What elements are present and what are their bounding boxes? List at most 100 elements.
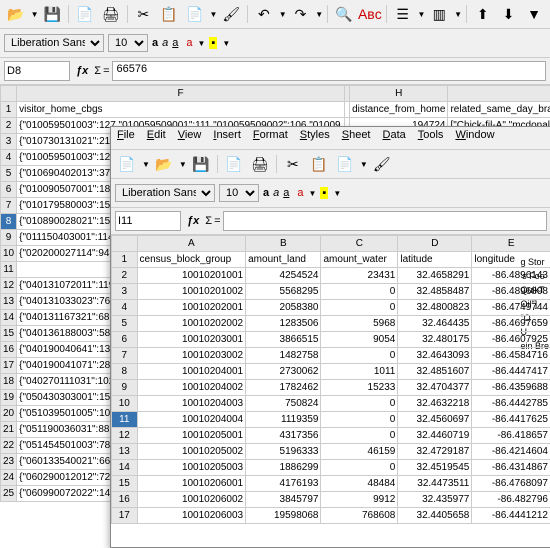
paste-icon[interactable]: 📄 — [183, 2, 207, 26]
export-pdf-icon[interactable]: 📄 — [73, 2, 97, 26]
cell[interactable]: -86.4607925 — [472, 332, 550, 348]
row-header[interactable]: 16 — [112, 492, 138, 508]
cell[interactable]: 0 — [321, 460, 398, 476]
row-header[interactable]: 12 — [112, 428, 138, 444]
row-header[interactable]: 15 — [1, 326, 17, 342]
cell[interactable]: -86.4447417 — [472, 364, 550, 380]
cell[interactable]: -86.4314867 — [472, 460, 550, 476]
font-name-select[interactable]: Liberation Sans — [115, 184, 215, 202]
cell[interactable]: 32.4800823 — [398, 300, 472, 316]
cell[interactable]: 23431 — [321, 268, 398, 284]
sort-asc-icon[interactable]: ⬆ — [471, 2, 495, 26]
row-header[interactable]: 12 — [1, 278, 17, 294]
filter-icon[interactable]: ▼ — [522, 2, 546, 26]
cell[interactable]: 0 — [321, 396, 398, 412]
col-header[interactable]: C — [321, 236, 398, 252]
cell[interactable]: 32.4858487 — [398, 284, 472, 300]
menu-styles[interactable]: Styles — [300, 129, 330, 147]
menu-view[interactable]: View — [178, 129, 202, 147]
cell[interactable]: 32.4460719 — [398, 428, 472, 444]
cell[interactable]: 32.4729187 — [398, 444, 472, 460]
cell[interactable]: 48484 — [321, 476, 398, 492]
cell[interactable]: 10010205003 — [137, 460, 246, 476]
row-header[interactable]: 15 — [112, 476, 138, 492]
col-header[interactable]: F — [17, 86, 345, 102]
row-header[interactable]: 21 — [1, 422, 17, 438]
cut-icon[interactable]: ✂ — [281, 152, 305, 176]
cell[interactable]: 1011 — [321, 364, 398, 380]
open-icon[interactable]: 📂 — [152, 152, 176, 176]
cell[interactable]: 32.4704377 — [398, 380, 472, 396]
cell[interactable]: 3866515 — [246, 332, 321, 348]
menu-edit[interactable]: Edit — [147, 129, 166, 147]
sort-desc-icon[interactable]: ⬇ — [497, 2, 521, 26]
underline-icon[interactable]: a — [283, 187, 289, 199]
cell[interactable]: 768608 — [321, 508, 398, 524]
cell[interactable]: 4254524 — [246, 268, 321, 284]
cell[interactable]: -86.4359688 — [472, 380, 550, 396]
formula-input[interactable] — [223, 211, 548, 231]
col-header[interactable]: A — [137, 236, 246, 252]
font-color-icon[interactable]: a — [297, 187, 303, 199]
row-header[interactable]: 11 — [1, 262, 17, 278]
cell[interactable]: 1782462 — [246, 380, 321, 396]
save-icon[interactable]: 💾 — [189, 152, 213, 176]
cell[interactable]: 4317356 — [246, 428, 321, 444]
cell[interactable]: 750824 — [246, 396, 321, 412]
cell[interactable]: 10010201002 — [137, 284, 246, 300]
cell[interactable]: 32.4643093 — [398, 348, 472, 364]
row-header[interactable]: 13 — [112, 444, 138, 460]
row-header[interactable]: 2 — [1, 118, 17, 134]
cell-ref-input[interactable] — [115, 211, 181, 231]
col-header[interactable] — [1, 86, 17, 102]
row-header[interactable]: 13 — [1, 294, 17, 310]
cell[interactable]: -86.4584716 — [472, 348, 550, 364]
cell[interactable]: 5968 — [321, 316, 398, 332]
cell[interactable]: 5196333 — [246, 444, 321, 460]
row-header[interactable]: 5 — [112, 316, 138, 332]
cell[interactable]: -86.4441212 — [472, 508, 550, 524]
row-header[interactable]: 8 — [1, 214, 17, 230]
cell[interactable]: amount_land — [246, 252, 321, 268]
menu-window[interactable]: Window — [455, 129, 494, 147]
cell[interactable]: -86.4768097 — [472, 476, 550, 492]
cell[interactable]: 32.4473511 — [398, 476, 472, 492]
print-icon[interactable]: 🖨 — [99, 2, 123, 26]
col-header[interactable]: I — [448, 86, 550, 102]
cell[interactable]: 10010204001 — [137, 364, 246, 380]
cell[interactable]: 32.4658291 — [398, 268, 472, 284]
brush-icon[interactable]: 🖌 — [219, 2, 243, 26]
cell[interactable]: 10010205002 — [137, 444, 246, 460]
cell[interactable]: 1119359 — [246, 412, 321, 428]
row-header[interactable]: 16 — [1, 342, 17, 358]
cell[interactable]: 1886299 — [246, 460, 321, 476]
cell[interactable]: -86.4749744 — [472, 300, 550, 316]
cell[interactable]: -86.482796 — [472, 492, 550, 508]
cell[interactable]: 4176193 — [246, 476, 321, 492]
cell[interactable]: 10010202002 — [137, 316, 246, 332]
cell-ref-input[interactable] — [4, 61, 70, 81]
row-header[interactable]: 6 — [1, 182, 17, 198]
row-header[interactable]: 24 — [1, 470, 17, 486]
row-header[interactable]: 19 — [1, 390, 17, 406]
cell[interactable]: 32.4851607 — [398, 364, 472, 380]
cell[interactable]: 5568295 — [246, 284, 321, 300]
row-header[interactable]: 9 — [1, 230, 17, 246]
cell[interactable]: 32.4560697 — [398, 412, 472, 428]
cell[interactable]: -86.4214604 — [472, 444, 550, 460]
row-header[interactable]: 4 — [112, 300, 138, 316]
new-icon[interactable]: 📄 — [115, 152, 139, 176]
cell[interactable]: 0 — [321, 412, 398, 428]
cell[interactable]: 2058380 — [246, 300, 321, 316]
row-header[interactable]: 14 — [1, 310, 17, 326]
row-icon[interactable]: ☰ — [391, 2, 415, 26]
row-header[interactable]: 3 — [1, 134, 17, 150]
italic-icon[interactable]: a — [162, 37, 168, 49]
cell[interactable]: 9912 — [321, 492, 398, 508]
cell[interactable]: 0 — [321, 284, 398, 300]
cell[interactable]: -86.4896898 — [472, 284, 550, 300]
bold-icon[interactable]: a — [152, 37, 158, 49]
cell[interactable]: 10010204002 — [137, 380, 246, 396]
formula-input[interactable]: 66576 — [112, 61, 547, 81]
cell[interactable]: -86.4697659 — [472, 316, 550, 332]
